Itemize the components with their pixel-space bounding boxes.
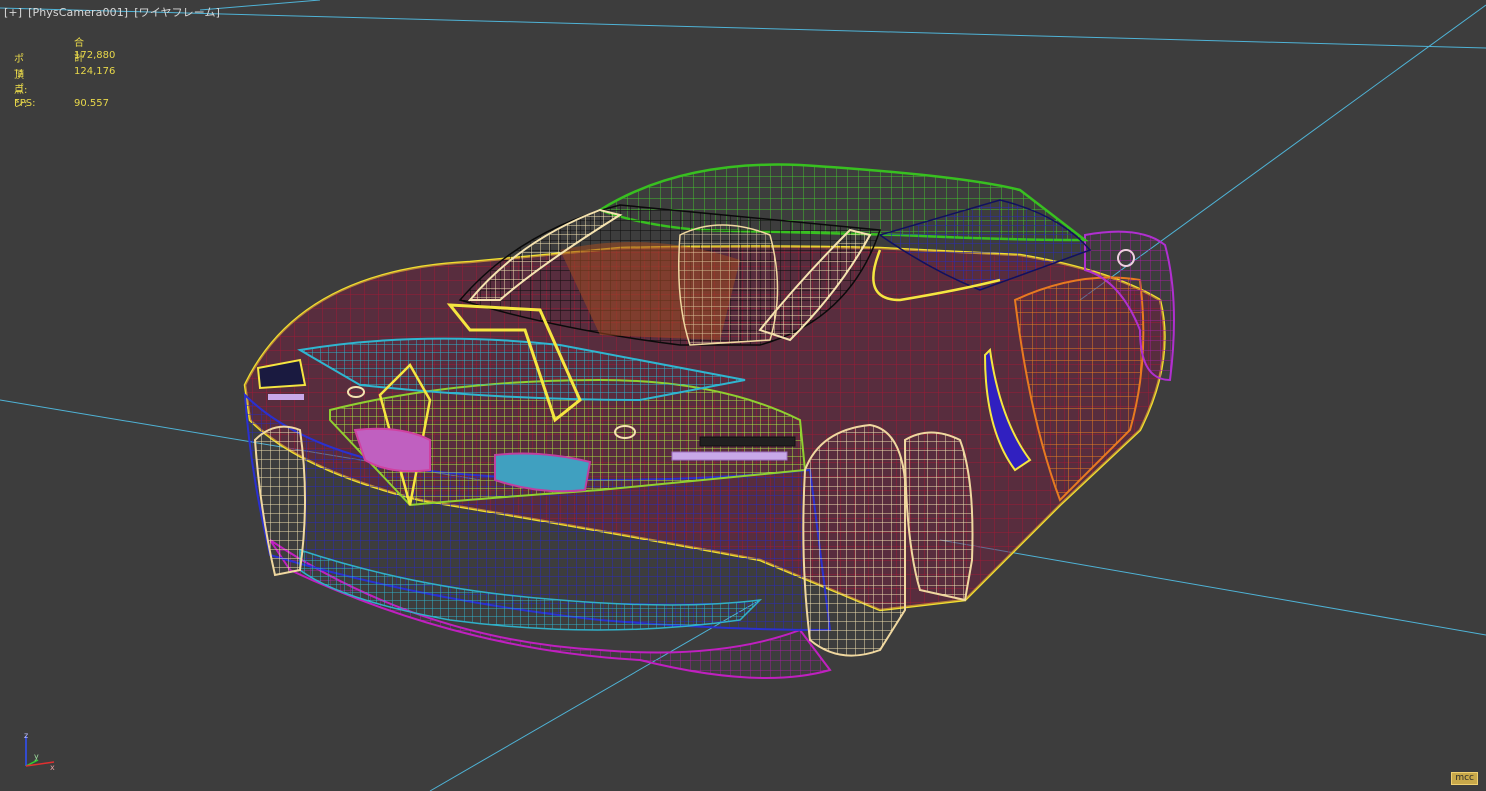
viewport-shading-menu[interactable]: [ワイヤフレーム] <box>134 6 220 19</box>
mcc-badge[interactable]: mcc <box>1451 772 1478 785</box>
axis-x-label: x <box>50 763 55 772</box>
viewport-camera-menu[interactable]: [PhysCamera001] <box>28 6 128 19</box>
stats-vertices-value: 124,176 <box>74 66 116 77</box>
viewport-label[interactable]: [+] [PhysCamera001] [ワイヤフレーム] <box>4 4 226 20</box>
axis-y-label: y <box>34 752 39 761</box>
axis-z-label: z <box>24 732 28 740</box>
viewport-plus-menu[interactable]: [+] <box>4 6 22 19</box>
perspective-viewport[interactable]: [+] [PhysCamera001] [ワイヤフレーム] 合計 ポリゴン: 172… <box>0 0 1486 791</box>
stats-fps-label: FPS: <box>14 98 36 109</box>
axis-tripod-icon: z y x <box>24 732 55 772</box>
wireframe-scene[interactable] <box>0 0 1486 791</box>
car-wireframe <box>243 163 1175 679</box>
stats-fps-value: 90.557 <box>74 98 109 109</box>
stats-polygons-value: 172,880 <box>74 50 116 61</box>
stats-vertices-label: 頂点: <box>14 70 28 96</box>
